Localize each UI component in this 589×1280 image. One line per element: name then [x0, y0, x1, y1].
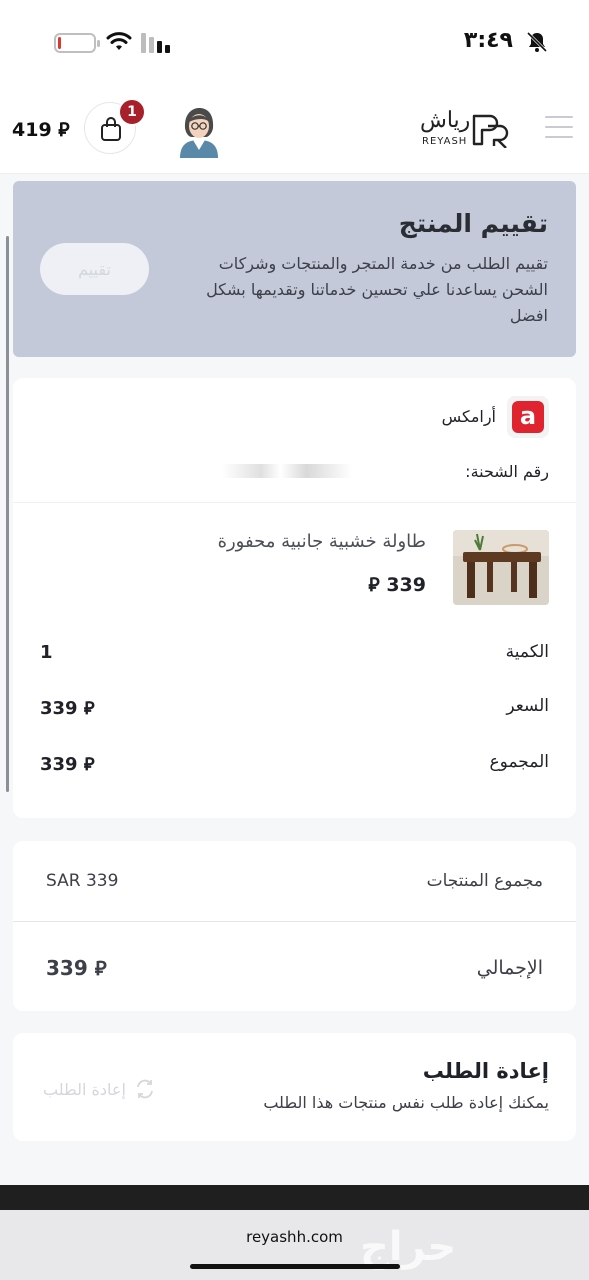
aramex-icon: a	[512, 401, 544, 433]
brand-name: رياش	[420, 108, 471, 133]
signal-icon	[141, 33, 170, 53]
grand-total-value: 339 ⃁	[46, 956, 107, 980]
battery-icon	[54, 33, 100, 53]
cart-count-badge: 1	[118, 98, 146, 126]
clock: ٣:٤٩	[463, 28, 513, 53]
rating-description: تقييم الطلب من خدمة المتجر والمنتجات وشر…	[206, 254, 548, 325]
battery-level	[58, 37, 61, 49]
tracking-number-row: رقم الشحنة:	[459, 462, 549, 481]
brand-mark-icon	[472, 114, 509, 148]
reorder-title: إعادة الطلب	[422, 1059, 549, 1083]
reorder-card: إعادة الطلب يمكنك إعادة طلب نفس منتجات ه…	[13, 1033, 576, 1141]
product-name[interactable]: طاولة خشبية جانبية محفورة	[218, 531, 426, 552]
brand-logo[interactable]: رياش REYASH	[420, 108, 512, 152]
status-bar: ٣:٤٩	[0, 0, 589, 88]
brand-latin: REYASH	[422, 136, 468, 147]
tracking-number-redacted	[222, 464, 352, 478]
divider	[13, 921, 576, 922]
bell-off-icon	[526, 31, 548, 53]
hamburger-menu-icon[interactable]	[545, 116, 573, 138]
app-header: 419 ⃁ 1 رياش REYASH	[0, 88, 589, 174]
order-totals-card: مجموع المنتجات SAR 339 الإجمالي 339 ⃁	[13, 841, 576, 1011]
rate-button[interactable]: تقييم	[40, 243, 149, 295]
quantity-value: 1	[40, 642, 53, 663]
price-value: 339 ⃁	[40, 698, 95, 719]
tracking-label: رقم الشحنة:	[465, 462, 549, 481]
line-total-value: 339 ⃁	[40, 754, 95, 775]
home-indicator[interactable]	[190, 1264, 400, 1269]
rating-banner: تقييم المنتج تقييم الطلب من خدمة المتجر …	[13, 181, 576, 357]
page-footer-strip	[0, 1185, 589, 1210]
product-image[interactable]	[453, 530, 549, 605]
quantity-label: الكمية	[505, 642, 549, 662]
product-price: 339 ⃁	[368, 574, 426, 596]
browser-address-bar[interactable]: reyashh.com حراج	[0, 1210, 589, 1280]
price-label: السعر	[506, 696, 549, 716]
url-text[interactable]: reyashh.com	[0, 1228, 589, 1246]
reorder-button[interactable]: إعادة الطلب	[43, 1071, 156, 1107]
subtotal-value: SAR 339	[46, 871, 119, 891]
wifi-icon	[106, 32, 132, 50]
wallet-balance[interactable]: 419 ⃁	[12, 118, 70, 142]
reorder-button-label: إعادة الطلب	[43, 1079, 126, 1099]
grand-total-label: الإجمالي	[476, 957, 543, 979]
line-total-label: المجموع	[489, 752, 549, 772]
carrier-logo: a	[507, 396, 549, 438]
order-item-card: a أرامكس رقم الشحنة: طاولة خشبية جانبية …	[13, 378, 576, 818]
divider	[13, 502, 576, 503]
user-avatar[interactable]	[176, 104, 222, 158]
rating-title: تقييم المنتج	[398, 209, 548, 238]
refresh-icon	[137, 1079, 153, 1099]
carrier-name: أرامكس	[441, 407, 496, 426]
subtotal-label: مجموع المنتجات	[426, 871, 543, 891]
shopping-bag-icon	[101, 117, 121, 141]
reorder-description: يمكنك إعادة طلب نفس منتجات هذا الطلب	[263, 1093, 549, 1112]
scroll-indicator	[6, 236, 9, 792]
